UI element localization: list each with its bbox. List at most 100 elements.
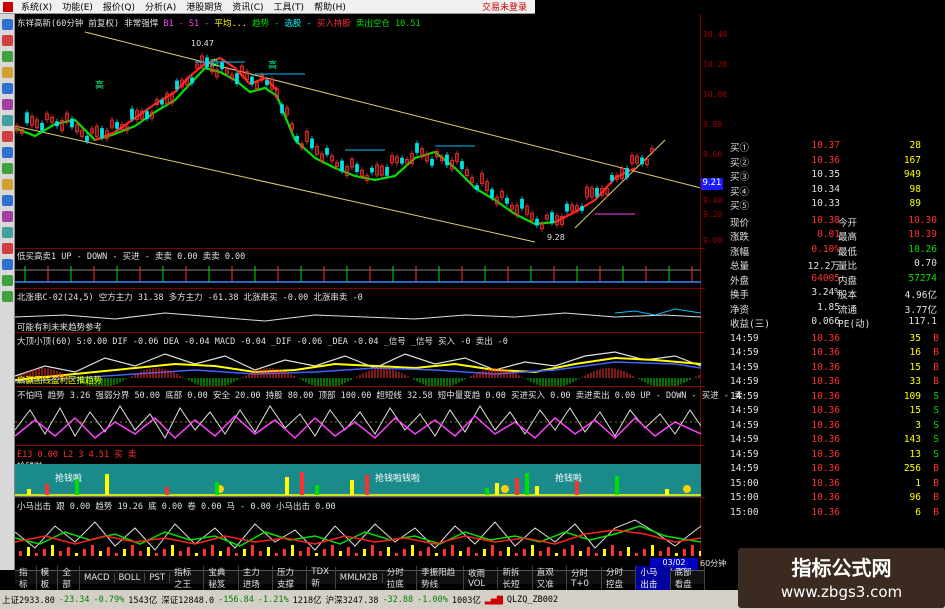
toolbar-draw-icon[interactable] <box>2 179 13 190</box>
tick-row[interactable]: 14:59 10.36 3 S <box>728 420 945 434</box>
tick-row[interactable]: 14:59 10.36 13 S <box>728 449 945 463</box>
tick-direction: B <box>933 376 939 387</box>
menu-item-info[interactable]: 资讯(C) <box>227 0 268 13</box>
stat-row[interactable]: 净资 1.85 流通 3.77亿 <box>728 302 945 316</box>
toolbar-down-icon[interactable] <box>2 291 13 302</box>
pony-bar <box>547 547 550 556</box>
bid-row[interactable]: 买④ 10.34 98 <box>728 184 945 198</box>
tick-direction: S <box>933 448 939 460</box>
toolbar-formula-icon[interactable] <box>2 163 13 174</box>
tab-tick-bottom[interactable]: 分时拉底 <box>383 565 418 590</box>
tab-secrets[interactable]: 宝典秘笈 <box>204 565 239 590</box>
candle-body <box>235 73 239 84</box>
tab-tdx[interactable]: TDX新 <box>307 566 336 589</box>
stat-row[interactable]: 涨幅 0.10% 最低 10.26 <box>728 244 945 258</box>
stat-row[interactable]: 外盘 64005 内盘 57274 <box>728 273 945 287</box>
menu-item-quote[interactable]: 报价(Q) <box>98 0 140 13</box>
tab-macd[interactable]: MACD <box>80 572 115 583</box>
stat-row[interactable]: 换手 3.24% 股本 4.96亿 <box>728 287 945 301</box>
hs-index[interactable]: 沪深3247.38 <box>324 594 381 606</box>
pony-bar <box>203 549 206 556</box>
toolbar-home-icon[interactable] <box>2 19 13 30</box>
watermark-banner: 指标公式网 www.zbgs3.com <box>738 548 945 608</box>
tick-row[interactable]: 15:00 10.36 1 B <box>728 478 945 492</box>
menu-item-help[interactable]: 帮助(H) <box>309 0 351 13</box>
channel-lower-line <box>15 125 536 243</box>
toolbar-warning-icon[interactable] <box>2 115 13 126</box>
tab-vol[interactable]: 收雨VOL <box>464 566 499 589</box>
menu-item-system[interactable]: 系统(X) <box>16 0 57 13</box>
tab-new-long-short[interactable]: 新拆长短 <box>498 565 533 590</box>
tick-row[interactable]: 14:59 10.36 35 B <box>728 333 945 347</box>
stat-row[interactable]: 收益(三) 0.066 PE(动) 117.1 <box>728 316 945 330</box>
stat-row[interactable]: 涨跌 0.01 最高 10.39 <box>728 229 945 243</box>
tab-king[interactable]: 指标之王 <box>170 565 205 590</box>
tab-indicator[interactable]: 指标 <box>15 565 37 590</box>
stat-row[interactable]: 总量 12.2万 量比 0.70 <box>728 258 945 272</box>
bid-volume: 89 <box>909 198 921 209</box>
bid-row[interactable]: 买⑤ 10.33 89 <box>728 198 945 212</box>
panel-macd[interactable] <box>15 346 701 386</box>
tab-tick-control[interactable]: 分时控盘 <box>602 565 637 590</box>
pony-bar <box>451 545 454 556</box>
tab-boll[interactable]: BOLL <box>115 572 146 583</box>
toolbar-layout-icon[interactable] <box>2 227 13 238</box>
tick-row[interactable]: 15:00 10.36 96 B <box>728 492 945 506</box>
sh-index[interactable]: 上证2933.80 <box>0 594 57 606</box>
toolbar-zoom-icon[interactable] <box>2 195 13 206</box>
panel-trend-strength[interactable] <box>15 400 701 445</box>
toolbar-up-icon[interactable] <box>2 275 13 286</box>
tab-pst[interactable]: PST <box>145 572 171 583</box>
toolbar-f10-icon[interactable] <box>2 147 13 158</box>
sz-index[interactable]: 深证12848.0 <box>159 594 216 606</box>
sz-change: -156.84 <box>218 594 254 605</box>
tab-mmlm2b[interactable]: MMLM2B <box>336 572 383 583</box>
tick-row[interactable]: 14:59 10.36 16 B <box>728 347 945 361</box>
bid-row[interactable]: 买③ 10.35 949 <box>728 169 945 183</box>
pony-bar <box>371 545 374 556</box>
toolbar-refresh-icon[interactable] <box>2 243 13 254</box>
bid-row[interactable]: 买① 10.37 28 <box>728 140 945 154</box>
tick-row[interactable]: 14:59 10.36 15 B <box>728 362 945 376</box>
menu-item-hk-futures[interactable]: 港股期货 <box>181 0 227 13</box>
candle-body <box>625 167 629 178</box>
toolbar-period-icon[interactable] <box>2 211 13 222</box>
toolbar-quote-icon[interactable] <box>2 35 13 46</box>
trade-login-link[interactable]: 交易未登录 <box>482 0 535 13</box>
panel-low-buy-high-sell[interactable] <box>15 262 701 288</box>
panel-north[interactable] <box>15 303 701 331</box>
tab-bottom-watch[interactable]: 底部看盘 <box>671 565 705 590</box>
toolbar-settings-icon[interactable] <box>2 259 13 270</box>
tab-t0[interactable]: 分时T+0 <box>567 566 602 589</box>
stat-row[interactable]: 现价 10.38 今开 10.30 <box>728 215 945 229</box>
pony-bar <box>435 553 438 556</box>
toolbar-trade-icon[interactable] <box>2 131 13 142</box>
toolbar-news-icon[interactable] <box>2 83 13 94</box>
menu-item-tools[interactable]: 工具(T) <box>269 0 310 13</box>
tick-row[interactable]: 14:59 10.36 143 S <box>728 434 945 448</box>
menu-item-function[interactable]: 功能(E) <box>57 0 98 13</box>
toolbar-select-icon[interactable] <box>2 99 13 110</box>
tick-row[interactable]: 14:59 10.36 15 S <box>728 405 945 419</box>
grab-bar <box>315 485 319 495</box>
tab-intuitive[interactable]: 直观又准 <box>533 565 568 590</box>
panel-pony[interactable] <box>15 512 701 558</box>
menu-item-analysis[interactable]: 分析(A) <box>140 0 181 13</box>
tick-row[interactable]: 14:59 10.36 33 B <box>728 376 945 390</box>
panel-grab-money[interactable]: 抢钱啦 抢钱啦钱啦 抢钱啦 <box>15 464 701 497</box>
tick-row[interactable]: 14:59 10.36 109 S <box>728 391 945 405</box>
bid-row[interactable]: 买② 10.36 167 <box>728 155 945 169</box>
pony-bar <box>427 547 430 556</box>
toolbar-chart-icon[interactable] <box>2 51 13 62</box>
main-kline-chart[interactable]: 10.47 9.28 高 高 高 <box>15 28 701 248</box>
tab-support[interactable]: 压力支撑 <box>273 565 308 590</box>
tick-row[interactable]: 15:00 10.36 6 B <box>728 507 945 521</box>
tick-row[interactable]: 14:59 10.36 256 B <box>728 463 945 477</box>
tab-main-force[interactable]: 主力进场 <box>239 565 274 590</box>
tab-all[interactable]: 全部 <box>58 565 81 590</box>
tab-template[interactable]: 模板 <box>37 565 59 590</box>
y-tick: 10.20 <box>703 60 728 69</box>
toolbar-kline-icon[interactable] <box>2 67 13 78</box>
tab-li-trend[interactable]: 李振阳趋势线 <box>417 565 465 590</box>
tab-pony[interactable]: 小马出击 <box>636 565 671 590</box>
